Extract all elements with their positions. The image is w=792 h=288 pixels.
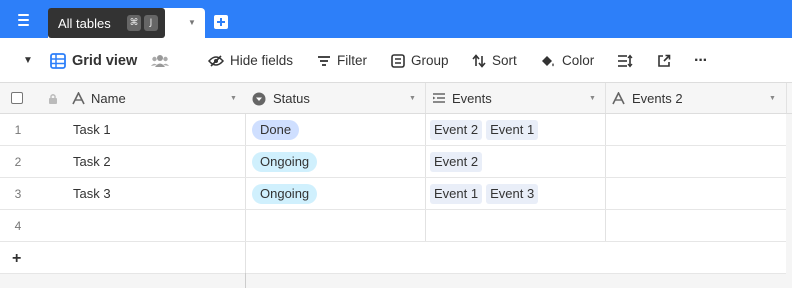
hide-fields-label: Hide fields <box>230 53 294 68</box>
column-divider <box>425 178 426 209</box>
sort-button[interactable]: Sort <box>472 38 517 83</box>
hamburger-icon[interactable] <box>18 12 40 28</box>
frozen-pane-divider <box>245 273 246 288</box>
linked-record-chip[interactable]: Event 1 <box>430 183 483 204</box>
column-divider <box>425 83 426 113</box>
column-divider <box>605 178 606 209</box>
tooltip-label: All tables <box>58 16 111 31</box>
column-label-status: Status <box>273 91 310 106</box>
kbd-command: ⌘ <box>127 15 141 31</box>
column-divider <box>245 178 246 209</box>
color-button[interactable]: Color <box>540 38 594 83</box>
filter-lines-icon <box>317 55 331 67</box>
name-cell[interactable]: Task 1 <box>73 114 111 145</box>
column-header-name[interactable]: Name ▼ <box>66 83 245 114</box>
column-divider <box>245 114 246 145</box>
table-row[interactable]: 1 Task 1 Done Event 2 Event 1 <box>0 114 786 146</box>
view-switcher[interactable]: Grid view <box>50 38 137 83</box>
status-pill: Ongoing <box>252 183 318 204</box>
all-tables-tooltip: All tables ⌘ J <box>48 8 165 38</box>
events-cell[interactable]: Event 1 Event 3 <box>430 178 542 209</box>
column-divider <box>425 146 426 177</box>
name-cell[interactable]: Task 2 <box>73 146 111 177</box>
share-external-icon <box>657 54 671 68</box>
events-cell[interactable]: Event 2 Event 1 <box>430 114 542 145</box>
row-number: 3 <box>14 186 22 201</box>
column-divider <box>786 83 787 113</box>
more-options-button[interactable]: ··· <box>694 38 708 83</box>
linked-record-chip[interactable]: Event 1 <box>486 119 539 140</box>
add-row[interactable]: + <box>0 242 786 274</box>
share-view-button[interactable] <box>657 38 677 83</box>
chevron-down-icon[interactable]: ▼ <box>769 95 776 102</box>
status-cell[interactable]: Done <box>252 114 300 145</box>
chevron-down-icon[interactable]: ▼ <box>589 95 596 102</box>
status-pill: Done <box>252 119 300 140</box>
top-bar: ks ▼ All tables ⌘ J <box>0 0 792 38</box>
table-row[interactable]: 3 Task 3 Ongoing Event 1 Event 3 <box>0 178 786 210</box>
events-cell[interactable]: Event 2 <box>430 146 486 177</box>
column-divider <box>605 146 606 177</box>
column-label-events2: Events 2 <box>632 91 683 106</box>
view-name: Grid view <box>72 52 138 69</box>
column-label-name: Name <box>91 91 126 106</box>
row-height-button[interactable] <box>617 38 639 83</box>
column-divider <box>425 210 426 241</box>
linked-record-chip[interactable]: Event 3 <box>486 183 539 204</box>
linked-record-chip[interactable]: Event 2 <box>430 119 483 140</box>
column-divider <box>605 83 606 113</box>
chevron-down-icon[interactable]: ▼ <box>188 18 196 27</box>
table-row[interactable]: 4 <box>0 210 786 242</box>
grid-icon <box>50 52 66 69</box>
row-height-icon <box>617 53 633 68</box>
sidebar-toggle-caret-icon[interactable]: ▼ <box>23 55 33 66</box>
column-divider <box>245 146 246 177</box>
lock-icon <box>48 93 58 108</box>
column-divider <box>245 242 246 273</box>
table-row[interactable]: 2 Task 2 Ongoing Event 2 <box>0 146 786 178</box>
select-all-checkbox[interactable] <box>11 92 23 104</box>
eye-slash-icon <box>208 54 224 67</box>
view-bar: ▼ Grid view Hide fields Filter Group Sor… <box>0 38 792 83</box>
column-divider <box>605 210 606 241</box>
single-select-icon <box>252 92 266 109</box>
grid: Name ▼ Status ▼ Events ▼ Events 2 ▼ 1 Ta… <box>0 83 792 288</box>
status-pill: Ongoing <box>252 151 318 172</box>
collaborators-button[interactable] <box>151 38 175 83</box>
header-row: Name ▼ Status ▼ Events ▼ Events 2 ▼ <box>0 83 792 114</box>
row-number: 4 <box>14 218 22 233</box>
column-header-events[interactable]: Events ▼ <box>426 83 605 114</box>
filter-button[interactable]: Filter <box>317 38 367 83</box>
chevron-down-icon[interactable]: ▼ <box>230 95 237 102</box>
add-row-plus-icon[interactable]: + <box>12 250 21 268</box>
filter-label: Filter <box>337 53 367 68</box>
sort-label: Sort <box>492 53 517 68</box>
group-box-icon <box>391 53 405 68</box>
group-label: Group <box>411 53 449 68</box>
text-field-icon <box>612 91 625 108</box>
column-label-events: Events <box>452 91 492 106</box>
row-number: 1 <box>14 122 22 137</box>
group-button[interactable]: Group <box>391 38 449 83</box>
column-header-status[interactable]: Status ▼ <box>246 83 425 114</box>
add-table-icon[interactable] <box>214 15 228 29</box>
row-number: 2 <box>14 154 22 169</box>
status-cell[interactable]: Ongoing <box>252 146 318 177</box>
name-cell[interactable]: Task 3 <box>73 178 111 209</box>
sort-arrows-icon <box>472 53 486 68</box>
text-field-icon <box>72 91 85 108</box>
paint-bucket-icon <box>540 54 556 68</box>
column-header-events2[interactable]: Events 2 ▼ <box>606 83 786 114</box>
chevron-down-icon[interactable]: ▼ <box>409 95 416 102</box>
status-cell[interactable]: Ongoing <box>252 178 318 209</box>
column-divider <box>245 210 246 241</box>
column-divider <box>605 114 606 145</box>
color-label: Color <box>562 53 595 68</box>
people-icon <box>151 54 169 68</box>
kbd-j: J <box>144 15 158 31</box>
linked-record-icon <box>432 92 446 107</box>
hide-fields-button[interactable]: Hide fields <box>208 38 293 83</box>
linked-record-chip[interactable]: Event 2 <box>430 151 483 172</box>
column-divider <box>425 114 426 145</box>
